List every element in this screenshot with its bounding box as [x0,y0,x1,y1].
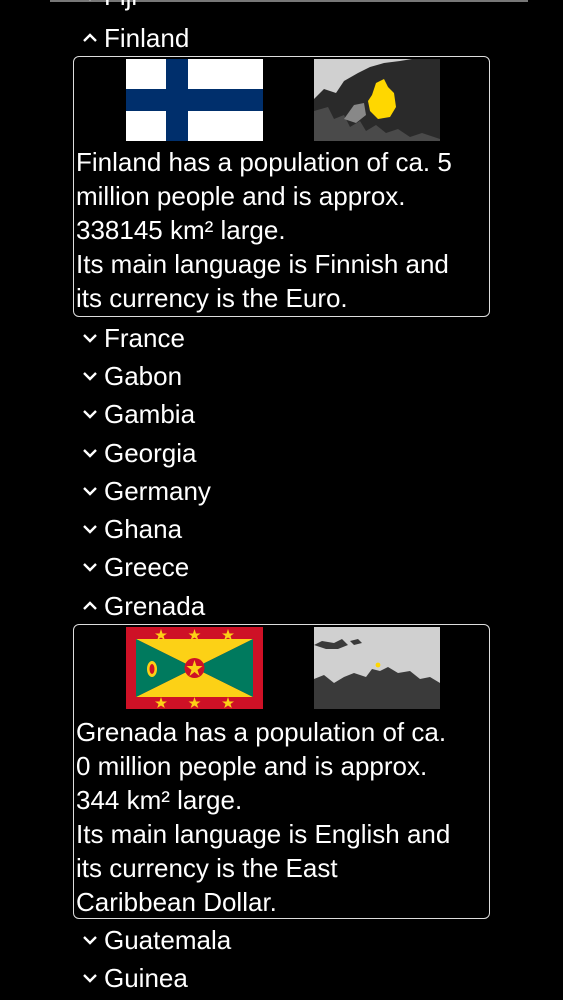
chevron-down-icon [78,326,102,350]
chevron-down-icon [78,928,102,952]
description-line: Finland has a population of ca. 5 [76,147,452,177]
country-media [74,57,489,145]
country-row-france[interactable]: France [78,320,185,356]
chevron-down-icon [78,555,102,579]
country-row-ghana[interactable]: Ghana [78,511,182,547]
flag-grenada-icon [126,627,263,709]
country-name: Guatemala [104,925,232,955]
chevron-up-icon [78,26,102,50]
country-name: Fiji [104,0,137,9]
country-row-guinea[interactable]: Guinea [78,960,188,996]
country-row-finland[interactable]: Finland [78,20,189,56]
chevron-up-icon [78,594,102,618]
country-row-gambia[interactable]: Gambia [78,396,195,432]
country-row-guatemala[interactable]: Guatemala [78,922,231,958]
map-grenada-icon [314,627,440,709]
chevron-down-icon [78,0,102,8]
chevron-down-icon [78,479,102,503]
country-name: Gambia [104,399,196,429]
description-line: Grenada has a population of ca. [76,717,447,747]
country-media [74,625,489,713]
country-row-greece[interactable]: Greece [78,549,189,585]
description-line: 0 million people and is approx. [76,751,428,781]
chevron-down-icon [78,517,102,541]
chevron-down-icon [78,966,102,990]
country-card-finland: Finland has a population of ca. 5 millio… [73,56,490,317]
country-description: Grenada has a population of ca. 0 millio… [76,715,487,919]
country-name: Georgia [104,438,197,468]
chevron-down-icon [78,402,102,426]
country-name: Grenada [104,591,206,621]
country-row-grenada[interactable]: Grenada [78,588,205,624]
description-line: its currency is the Euro. [76,283,348,313]
country-name: Finland [104,23,190,53]
description-line: 344 km² large. [76,785,243,815]
description-line: million people and is approx. [76,181,406,211]
country-row-fiji[interactable]: Fiji [78,0,137,14]
chevron-down-icon [78,364,102,388]
flag-finland-icon [126,59,263,141]
country-name: France [104,323,185,353]
chevron-down-icon [78,441,102,465]
country-row-gabon[interactable]: Gabon [78,358,182,394]
country-name: Guinea [104,963,188,993]
country-name: Greece [104,552,190,582]
country-name: Germany [104,476,211,506]
country-name: Gabon [104,361,183,391]
country-name: Ghana [104,514,183,544]
country-card-grenada: Grenada has a population of ca. 0 millio… [73,624,490,919]
country-description: Finland has a population of ca. 5 millio… [76,145,487,315]
description-line: its currency is the East [76,853,338,883]
map-finland-icon [314,59,440,141]
description-line: Its main language is English and [76,819,451,849]
description-line: Caribbean Dollar. [76,887,277,917]
country-row-georgia[interactable]: Georgia [78,435,197,471]
country-row-germany[interactable]: Germany [78,473,211,509]
description-line: Its main language is Finnish and [76,249,449,279]
description-line: 338145 km² large. [76,215,286,245]
